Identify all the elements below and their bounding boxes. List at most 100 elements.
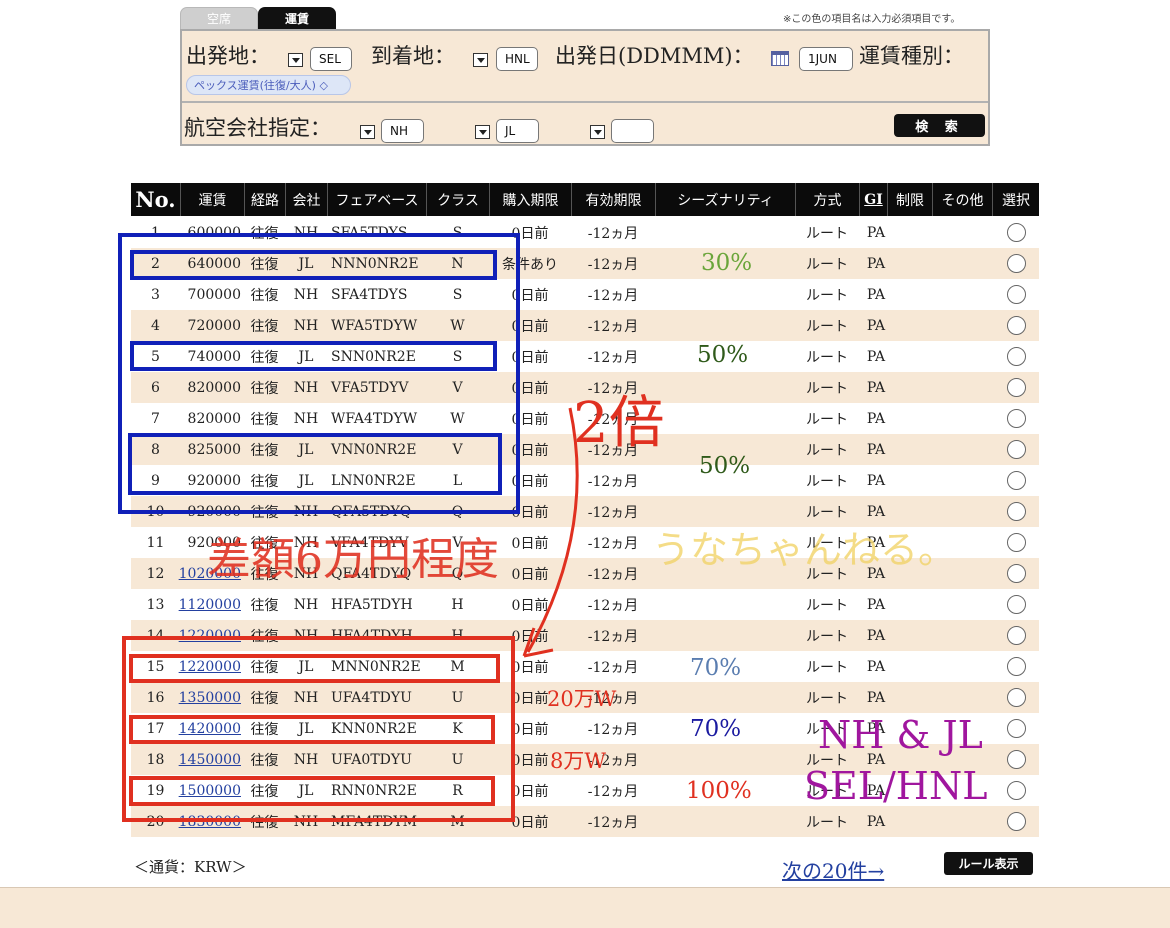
select-radio[interactable] bbox=[1007, 719, 1026, 738]
airline-label: 航空会社指定： bbox=[184, 116, 331, 140]
col-header-restriction: 制限 bbox=[887, 183, 932, 216]
airline-1-dropdown-icon[interactable] bbox=[360, 125, 375, 139]
cell-method: ルート bbox=[806, 690, 848, 707]
origin-label: 出発地： bbox=[186, 44, 270, 68]
search-button[interactable]: 検 索 bbox=[894, 114, 985, 137]
origin-dropdown-icon[interactable] bbox=[288, 53, 303, 67]
annotation-blue-box-row8-9 bbox=[128, 433, 502, 495]
destination-label: 到着地： bbox=[371, 44, 455, 68]
col-header-farebase: フェアベース bbox=[327, 183, 426, 216]
cell-validity: -12ヵ月 bbox=[587, 597, 639, 614]
cell-method: ルート bbox=[806, 256, 848, 273]
select-radio[interactable] bbox=[1007, 378, 1026, 397]
cell-gi: PA bbox=[866, 596, 886, 613]
select-radio[interactable] bbox=[1007, 316, 1026, 335]
select-radio[interactable] bbox=[1007, 347, 1026, 366]
cell-validity: -12ヵ月 bbox=[587, 225, 639, 242]
annotation-price-diff: 差額6万円程度 bbox=[207, 534, 499, 585]
cell-gi: PA bbox=[866, 658, 886, 675]
annotation-red-box-row17 bbox=[129, 715, 495, 744]
select-radio[interactable] bbox=[1007, 471, 1026, 490]
cell-gi: PA bbox=[866, 255, 886, 272]
page-footer-band bbox=[0, 887, 1170, 928]
cell-method: ルート bbox=[806, 473, 848, 490]
cell-gi: PA bbox=[866, 627, 886, 644]
tab-seat-availability[interactable]: 空席 bbox=[180, 7, 258, 29]
select-radio[interactable] bbox=[1007, 750, 1026, 769]
annotation-double: 2倍 bbox=[573, 391, 665, 456]
cell-purchase: 0日前 bbox=[511, 597, 549, 614]
select-radio[interactable] bbox=[1007, 812, 1026, 831]
col-header-method: 方式 bbox=[795, 183, 859, 216]
airline-2-dropdown-icon[interactable] bbox=[475, 125, 490, 139]
select-radio[interactable] bbox=[1007, 254, 1026, 273]
cell-no: 13 bbox=[146, 596, 165, 613]
annotation-pct-50-b: 50% bbox=[699, 453, 751, 479]
cell-validity: -12ヵ月 bbox=[587, 318, 639, 335]
cell-validity: -12ヵ月 bbox=[587, 349, 639, 366]
cell-method: ルート bbox=[806, 814, 848, 831]
select-radio[interactable] bbox=[1007, 595, 1026, 614]
col-header-fare: 運賃 bbox=[180, 183, 244, 216]
cell-method: ルート bbox=[806, 225, 848, 242]
cell-validity: -12ヵ月 bbox=[587, 628, 639, 645]
required-field-note: ※この色の項目名は入力必須項目です。 bbox=[783, 14, 961, 25]
select-radio[interactable] bbox=[1007, 223, 1026, 242]
cell-method: ルート bbox=[806, 411, 848, 428]
departure-date-input[interactable]: 1JUN bbox=[799, 47, 853, 71]
tab-fare[interactable]: 運賃 bbox=[258, 7, 336, 29]
select-radio[interactable] bbox=[1007, 533, 1026, 552]
table-row: 13 1120000 往復 NH HFA5TDYH H 0日前 -12ヵ月 ルート PA bbox=[131, 589, 1039, 620]
destination-input[interactable]: HNL bbox=[496, 47, 538, 71]
annotation-red-box-row15 bbox=[129, 654, 500, 683]
col-header-route: 経路 bbox=[244, 183, 285, 216]
col-header-no: No. bbox=[135, 187, 176, 212]
cell-validity: -12ヵ月 bbox=[587, 783, 639, 800]
cell-purchase: 0日前 bbox=[511, 566, 549, 583]
fare-type-label: 運賃種別： bbox=[859, 44, 964, 68]
airline-1-input[interactable]: NH bbox=[381, 119, 424, 143]
cell-method: ルート bbox=[806, 287, 848, 304]
fare-type-select[interactable]: ペックス運賃(往復/大人) ◇ bbox=[186, 75, 351, 95]
cell-gi: PA bbox=[866, 317, 886, 334]
col-header-purchase: 購入期限 bbox=[489, 183, 571, 216]
airline-2-input[interactable]: JL bbox=[496, 119, 539, 143]
select-radio[interactable] bbox=[1007, 564, 1026, 583]
col-header-select: 選択 bbox=[992, 183, 1039, 216]
select-radio[interactable] bbox=[1007, 440, 1026, 459]
select-radio[interactable] bbox=[1007, 626, 1026, 645]
cell-gi: PA bbox=[866, 472, 886, 489]
cell-gi: PA bbox=[866, 286, 886, 303]
cell-fare[interactable]: 1120000 bbox=[179, 589, 244, 620]
col-header-gi[interactable]: GI bbox=[859, 183, 887, 216]
cell-method: ルート bbox=[806, 659, 848, 676]
show-rules-button[interactable]: ルール表示 bbox=[944, 852, 1033, 875]
col-header-other: その他 bbox=[932, 183, 992, 216]
cell-validity: -12ヵ月 bbox=[587, 535, 639, 552]
cell-route: 往復 bbox=[250, 597, 279, 614]
next-page-link[interactable]: 次の20件→ bbox=[782, 855, 884, 884]
annotation-pct-100: 100% bbox=[686, 778, 752, 804]
origin-input[interactable]: SEL bbox=[310, 47, 352, 71]
col-header-airline: 会社 bbox=[285, 183, 327, 216]
cell-validity: -12ヵ月 bbox=[587, 721, 639, 738]
airline-3-input[interactable] bbox=[611, 119, 654, 143]
select-radio[interactable] bbox=[1007, 657, 1026, 676]
cell-class: H bbox=[451, 596, 464, 613]
cell-validity: -12ヵ月 bbox=[587, 473, 639, 490]
cell-purchase: 0日前 bbox=[511, 535, 549, 552]
select-radio[interactable] bbox=[1007, 285, 1026, 304]
select-radio[interactable] bbox=[1007, 688, 1026, 707]
cell-gi: PA bbox=[866, 689, 886, 706]
airline-3-dropdown-icon[interactable] bbox=[590, 125, 605, 139]
annotation-pct-30: 30% bbox=[701, 250, 753, 276]
annotation-watermark: うなちゃんねる。 bbox=[652, 528, 957, 572]
select-radio[interactable] bbox=[1007, 502, 1026, 521]
annotation-pct-70-a: 70% bbox=[690, 655, 742, 681]
destination-dropdown-icon[interactable] bbox=[473, 53, 488, 67]
annotation-route-cities: SEL/HNL bbox=[804, 764, 988, 808]
calendar-icon[interactable] bbox=[771, 51, 789, 66]
select-radio[interactable] bbox=[1007, 409, 1026, 428]
cell-gi: PA bbox=[866, 441, 886, 458]
select-radio[interactable] bbox=[1007, 781, 1026, 800]
